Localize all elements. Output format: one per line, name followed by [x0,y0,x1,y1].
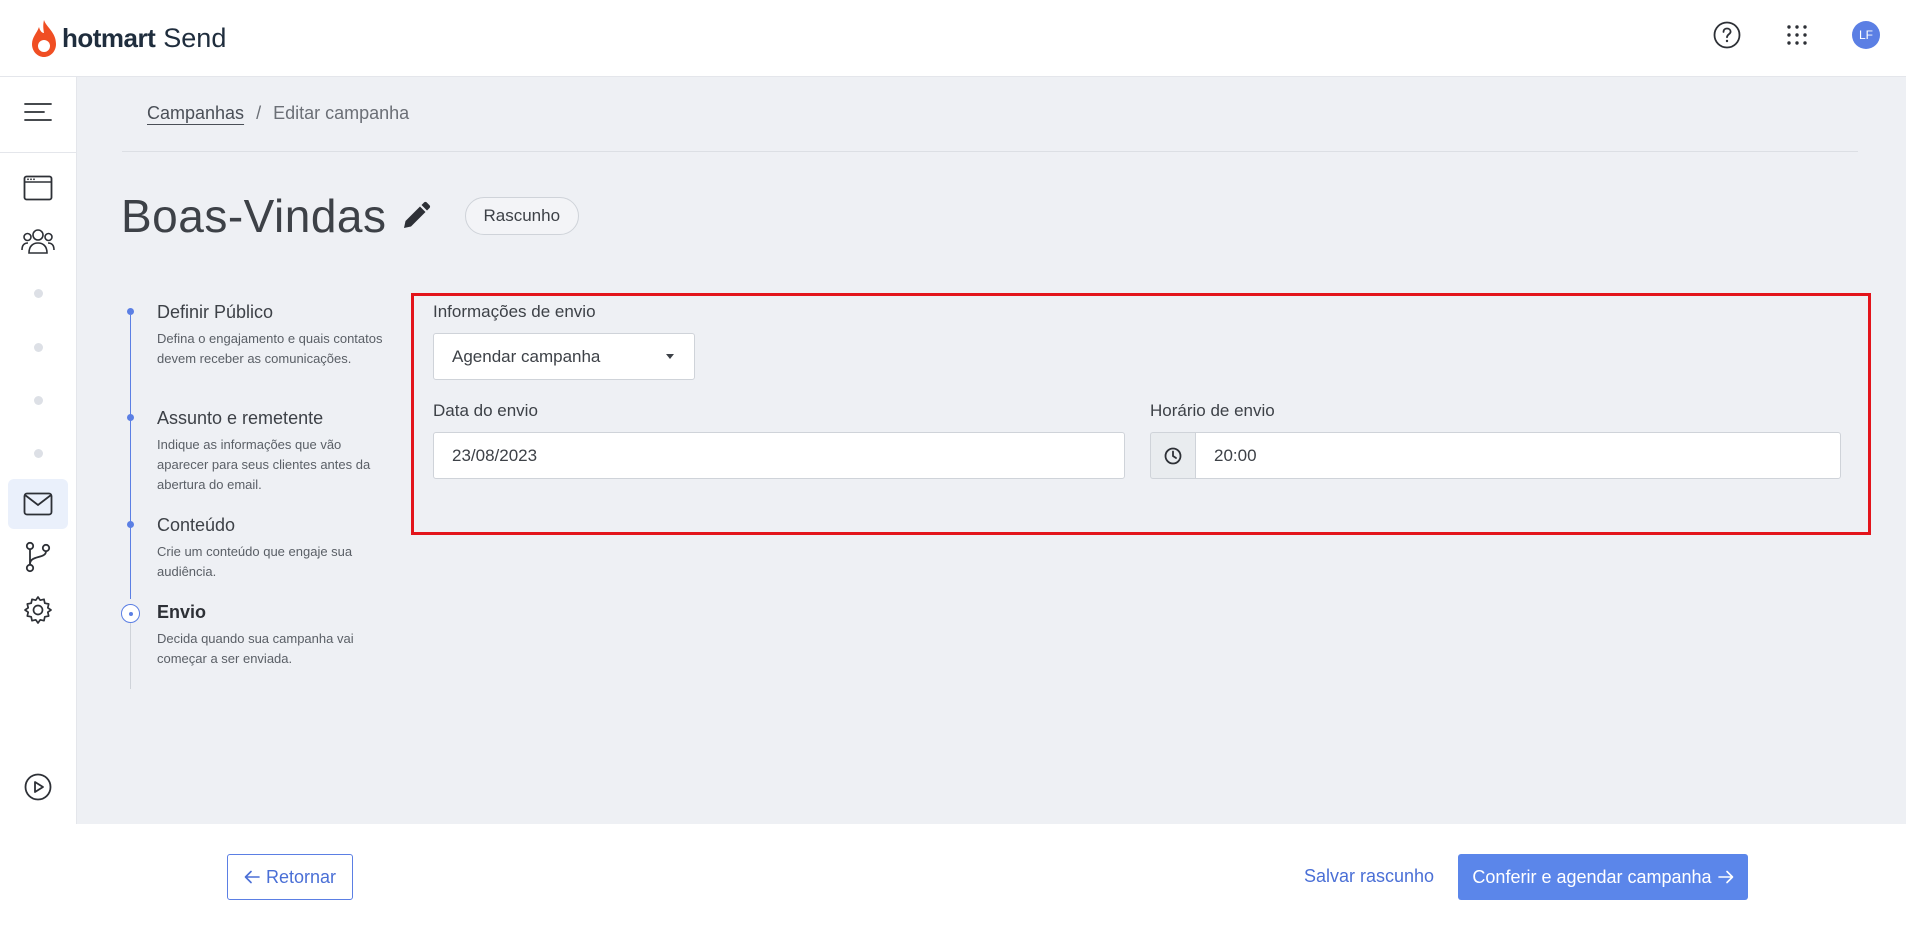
step-connector [130,315,131,405]
mail-icon [23,492,53,516]
send-time-input[interactable] [1195,432,1841,479]
sidebar-item-automations[interactable] [8,532,68,582]
status-badge: Rascunho [464,197,580,235]
step-current-indicator [121,604,140,623]
save-draft-button[interactable]: Salvar rascunho [1304,866,1434,887]
apps-grid-icon[interactable] [1782,20,1812,50]
arrow-right-icon [1717,870,1733,884]
clock-icon [1150,432,1195,479]
breadcrumb: Campanhas / Editar campanha [147,103,409,124]
sidebar [0,77,77,824]
back-button-label: Retornar [265,866,337,887]
arrow-left-icon [244,870,260,884]
sidebar-item-settings[interactable] [8,585,68,635]
step-title: Definir Público [157,302,274,322]
step-description: Indique as informações que vão aparecer … [157,437,371,492]
confirm-button-label: Conferir e agendar campanha [1472,866,1712,887]
back-button[interactable]: Retornar [227,854,353,900]
step-description: Crie um conteúdo que engaje sua audiênci… [157,544,353,579]
brand-name: hotmart [62,22,156,53]
sidebar-placeholder-dot [34,289,43,298]
pencil-icon[interactable] [401,201,431,231]
gear-icon [24,596,52,624]
send-date-label: Data do envio [433,401,538,420]
title-row: Boas-Vindas Rascunho [121,189,580,243]
avatar[interactable]: LF [1852,21,1880,49]
sidebar-placeholder-dot [34,343,43,352]
top-actions: LF [1712,20,1880,50]
sidebar-divider [0,152,76,153]
step-title: Conteúdo [157,515,236,535]
step-complete-dot [127,414,134,421]
step-definir-publico[interactable]: Definir Público Defina o engajamento e q… [121,299,383,405]
users-group-icon [21,229,55,254]
step-assunto-remetente[interactable]: Assunto e remetente Indique as informaçõ… [121,405,381,512]
page-title: Boas-Vindas [121,190,387,242]
sidebar-item-dashboard[interactable] [8,163,68,213]
browser-window-icon [23,175,53,201]
send-info-label: Informações de envio [433,302,596,321]
sidebar-item-tutorials[interactable] [8,762,68,812]
step-complete-dot [127,308,134,315]
breadcrumb-separator: / [256,103,262,123]
step-description: Decida quando sua campanha vai começar a… [157,631,354,666]
git-branch-icon [25,541,51,573]
step-conteudo[interactable]: Conteúdo Crie um conteúdo que engaje sua… [121,512,381,599]
sidebar-item-campaigns[interactable] [8,479,68,529]
step-complete-dot [127,521,134,528]
step-connector [130,405,131,512]
send-date-input[interactable] [433,432,1125,479]
campaign-stepper: Definir Público Defina o engajamento e q… [121,299,383,689]
send-time-label: Horário de envio [1150,401,1275,420]
sidebar-placeholder-dot [34,396,43,405]
confirm-schedule-button[interactable]: Conferir e agendar campanha [1458,854,1748,900]
sidebar-item-contacts[interactable] [8,216,68,266]
breadcrumb-divider [122,151,1858,152]
footer-actions: Retornar Salvar rascunho Conferir e agen… [0,824,1906,926]
product-name: Send [163,22,227,53]
menu-icon[interactable] [8,87,68,137]
breadcrumb-campaigns-link[interactable]: Campanhas [147,103,244,124]
step-description: Defina o engajamento e quais contatos de… [157,331,383,366]
top-bar: hotmart Send LF [0,0,1906,77]
send-mode-select[interactable]: Agendar campanha [433,333,695,380]
flame-logo-icon [32,20,56,57]
play-circle-icon [24,773,52,801]
step-connector [130,623,131,689]
breadcrumb-current: Editar campanha [273,103,410,123]
hotmart-send-logo[interactable]: hotmart Send [30,16,226,60]
sidebar-placeholder-dot [34,449,43,458]
caret-down-icon [666,354,674,359]
step-envio[interactable]: Envio Decida quando sua campanha vai com… [121,599,381,689]
help-circle-icon[interactable] [1712,20,1742,50]
step-title: Assunto e remetente [157,408,324,428]
step-title: Envio [157,602,207,622]
send-mode-value: Agendar campanha [452,346,601,366]
send-info-panel-highlight [411,293,1871,535]
